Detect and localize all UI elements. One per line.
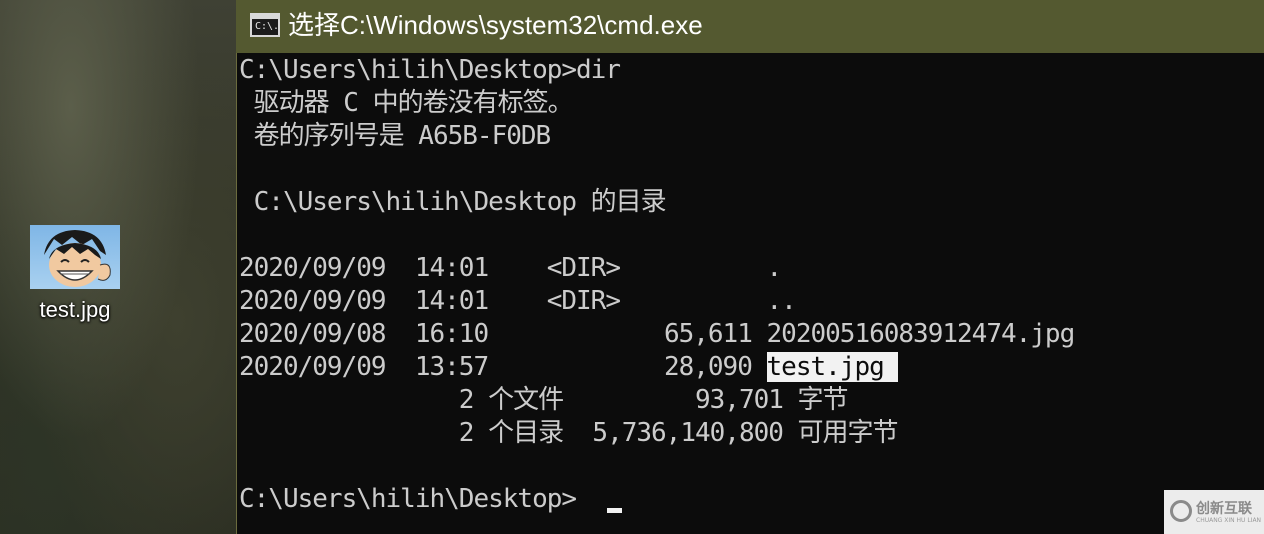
console-line-volume-label: 驱动器 C 中的卷没有标签。	[239, 88, 574, 118]
console-line-dir-summary: 2 个目录 5,736,140,800 可用字节	[239, 418, 899, 448]
desktop-file-label: test.jpg	[39, 297, 111, 322]
watermark-text: 创新互联	[1196, 501, 1252, 517]
watermark-logo: 创新互联 CHUANG XIN HU LIAN	[1164, 490, 1264, 534]
cartoon-face-icon	[44, 230, 111, 287]
console-line-file-summary: 2 个文件 93,701 字节	[239, 385, 849, 415]
console-line-prompt: C:\Users\hilih\Desktop>	[239, 484, 577, 514]
cmd-app-icon: C:\.	[250, 13, 280, 37]
console-line-file-entry: 2020/09/08 16:10 65,611 2020051608391247…	[239, 319, 1075, 349]
console-line-dir-entry: 2020/09/09 14:01 <DIR> .	[239, 253, 782, 283]
console-line-directory-header: C:\Users\hilih\Desktop 的目录	[239, 187, 667, 217]
selected-text-test-jpg[interactable]: test.jpg	[766, 352, 899, 382]
watermark-subtext: CHUANG XIN HU LIAN	[1196, 517, 1262, 524]
console-line-file-entry-prefix: 2020/09/09 13:57 28,090	[239, 352, 767, 382]
text-cursor	[607, 508, 622, 513]
window-title: 选择C:\Windows\system32\cmd.exe	[288, 10, 703, 40]
window-titlebar[interactable]: C:\. 选择C:\Windows\system32\cmd.exe	[236, 0, 1264, 53]
console-line-file-entry: 2020/09/09 13:57 28,090 test.jpg	[239, 351, 899, 384]
watermark-circle-icon	[1170, 500, 1192, 522]
console-line-dir-entry: 2020/09/09 14:01 <DIR> ..	[239, 286, 797, 316]
image-thumbnail-icon	[30, 225, 120, 289]
cmd-app-icon-glyph: C:\.	[255, 21, 280, 32]
console-line-serial-number: 卷的序列号是 A65B-F0DB	[239, 121, 552, 151]
console-line-prompt-command: C:\Users\hilih\Desktop>dir	[239, 55, 621, 85]
desktop-background: test.jpg	[0, 0, 236, 534]
console-output[interactable]: C:\Users\hilih\Desktop>dir 驱动器 C 中的卷没有标签…	[236, 53, 1264, 534]
